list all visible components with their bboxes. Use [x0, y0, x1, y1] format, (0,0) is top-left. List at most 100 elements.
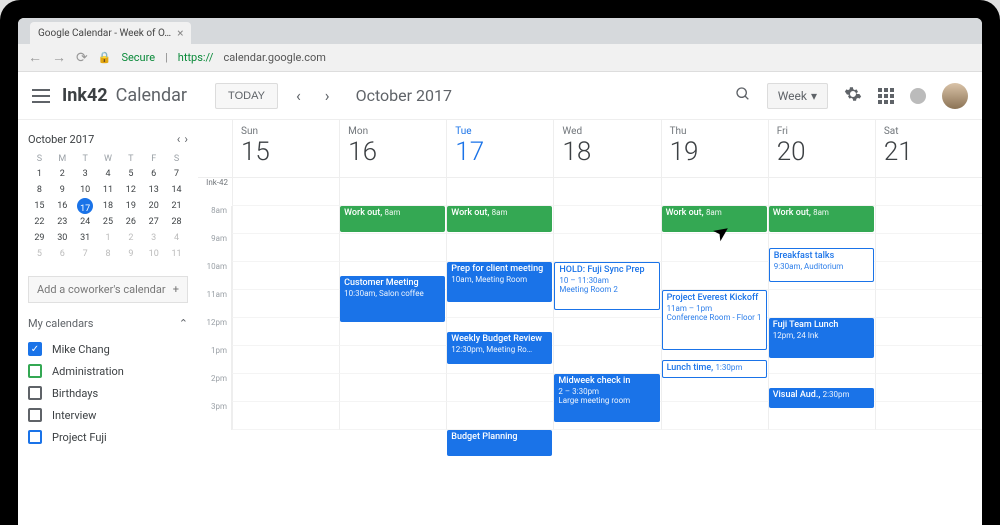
mini-day[interactable]: 21 — [165, 198, 188, 214]
prev-week-icon[interactable]: ‹ — [290, 86, 307, 105]
back-icon[interactable]: ← — [28, 49, 42, 66]
day-header[interactable]: Fri20 — [768, 120, 875, 177]
checkbox[interactable] — [28, 408, 42, 422]
calendar-event[interactable]: Fuji Team Lunch12pm, 24 Ink — [769, 318, 874, 358]
hour-cell[interactable] — [446, 374, 553, 402]
mini-day[interactable]: 10 — [142, 246, 165, 262]
calendar-event[interactable]: Breakfast talks9:30am, Auditorium — [769, 248, 874, 282]
mini-day[interactable]: 15 — [28, 198, 51, 214]
calendar-item[interactable]: Administration — [28, 360, 188, 382]
calendar-item[interactable]: Project Fuji — [28, 426, 188, 448]
hour-cell[interactable] — [875, 262, 982, 290]
search-icon[interactable] — [735, 86, 751, 106]
browser-tab[interactable]: Google Calendar - Week of O… × — [30, 22, 191, 44]
mini-day[interactable]: 22 — [28, 214, 51, 230]
hour-cell[interactable] — [661, 402, 768, 430]
allday-cell[interactable] — [553, 178, 660, 206]
avatar[interactable] — [942, 83, 968, 109]
mini-day[interactable]: 3 — [142, 230, 165, 246]
allday-cell[interactable] — [232, 178, 339, 206]
mini-day[interactable]: 20 — [142, 198, 165, 214]
mini-day[interactable]: 28 — [165, 214, 188, 230]
mini-day[interactable]: 4 — [165, 230, 188, 246]
allday-cell[interactable] — [661, 178, 768, 206]
hour-cell[interactable] — [339, 374, 446, 402]
plus-icon[interactable]: + — [173, 283, 179, 296]
calendar-event[interactable]: Lunch time, 1:30pm — [662, 360, 767, 378]
hour-cell[interactable] — [875, 346, 982, 374]
allday-cell[interactable] — [446, 178, 553, 206]
mini-day[interactable]: 18 — [97, 198, 120, 214]
mini-day[interactable]: 5 — [119, 166, 142, 182]
calendar-event[interactable]: Budget Planning — [447, 430, 552, 456]
next-week-icon[interactable]: › — [319, 86, 336, 105]
day-header[interactable]: Thu19 — [661, 120, 768, 177]
today-button[interactable]: TODAY — [215, 83, 278, 109]
mini-day[interactable]: 8 — [97, 246, 120, 262]
mini-day[interactable]: 19 — [119, 198, 142, 214]
mini-day[interactable]: 8 — [28, 182, 51, 198]
mini-day[interactable]: 23 — [51, 214, 74, 230]
calendar-event[interactable]: HOLD: Fuji Sync Prep10 – 11:30amMeeting … — [554, 262, 659, 310]
mini-day[interactable]: 26 — [119, 214, 142, 230]
hour-cell[interactable] — [768, 290, 875, 318]
hour-cell[interactable] — [553, 346, 660, 374]
calendar-item[interactable]: Birthdays — [28, 382, 188, 404]
mini-day[interactable]: 29 — [28, 230, 51, 246]
mini-day[interactable]: 3 — [74, 166, 97, 182]
hour-cell[interactable] — [232, 234, 339, 262]
mini-day[interactable]: 5 — [28, 246, 51, 262]
mini-day[interactable]: 14 — [165, 182, 188, 198]
day-header[interactable]: Sun15 — [232, 120, 339, 177]
calendar-event[interactable]: Work out, 8am — [662, 206, 767, 232]
allday-cell[interactable] — [768, 178, 875, 206]
hour-cell[interactable] — [553, 206, 660, 234]
hour-cell[interactable] — [875, 206, 982, 234]
calendar-event[interactable]: Weekly Budget Review12:30pm, Meeting Ro… — [447, 332, 552, 364]
hour-cell[interactable] — [339, 318, 446, 346]
mini-day[interactable]: 6 — [51, 246, 74, 262]
allday-cell[interactable] — [339, 178, 446, 206]
hour-cell[interactable] — [232, 206, 339, 234]
mini-next-icon[interactable]: › — [184, 132, 188, 146]
mini-day[interactable]: 2 — [51, 166, 74, 182]
mini-day[interactable]: 12 — [119, 182, 142, 198]
mini-day[interactable]: 7 — [165, 166, 188, 182]
mini-day[interactable]: 24 — [74, 214, 97, 230]
checkbox[interactable] — [28, 386, 42, 400]
hour-cell[interactable] — [446, 402, 553, 430]
mini-day[interactable]: 13 — [142, 182, 165, 198]
mini-day[interactable]: 25 — [97, 214, 120, 230]
hour-cell[interactable] — [875, 374, 982, 402]
hour-cell[interactable] — [553, 318, 660, 346]
mini-day[interactable]: 2 — [119, 230, 142, 246]
hour-cell[interactable] — [875, 234, 982, 262]
hour-cell[interactable] — [232, 402, 339, 430]
mini-day[interactable]: 7 — [74, 246, 97, 262]
checkbox[interactable] — [28, 430, 42, 444]
add-coworker-input[interactable]: Add a coworker's calendar + — [28, 276, 188, 303]
calendar-item[interactable]: Interview — [28, 404, 188, 426]
hour-cell[interactable] — [339, 234, 446, 262]
hour-cell[interactable] — [232, 262, 339, 290]
mini-day[interactable]: 9 — [119, 246, 142, 262]
calendar-event[interactable]: Midweek check in2 – 3:30pmLarge meeting … — [554, 374, 659, 422]
mini-day[interactable]: 4 — [97, 166, 120, 182]
mini-day[interactable]: 31 — [74, 230, 97, 246]
calendar-event[interactable]: Work out, 8am — [447, 206, 552, 232]
hour-cell[interactable] — [661, 262, 768, 290]
mini-prev-icon[interactable]: ‹ — [177, 132, 181, 146]
close-icon[interactable]: × — [177, 26, 183, 40]
view-selector[interactable]: Week ▾ — [767, 83, 828, 109]
mini-day[interactable]: 30 — [51, 230, 74, 246]
hour-cell[interactable] — [232, 318, 339, 346]
calendar-event[interactable]: Work out, 8am — [340, 206, 445, 232]
day-header[interactable]: Wed18 — [553, 120, 660, 177]
mini-day[interactable]: 11 — [97, 182, 120, 198]
mini-day[interactable]: 11 — [165, 246, 188, 262]
apps-icon[interactable] — [878, 88, 894, 104]
hour-cell[interactable] — [875, 318, 982, 346]
calendar-event[interactable]: Customer Meeting10:30am, Salon coffee — [340, 276, 445, 322]
hour-cell[interactable] — [339, 346, 446, 374]
mini-day[interactable]: 9 — [51, 182, 74, 198]
